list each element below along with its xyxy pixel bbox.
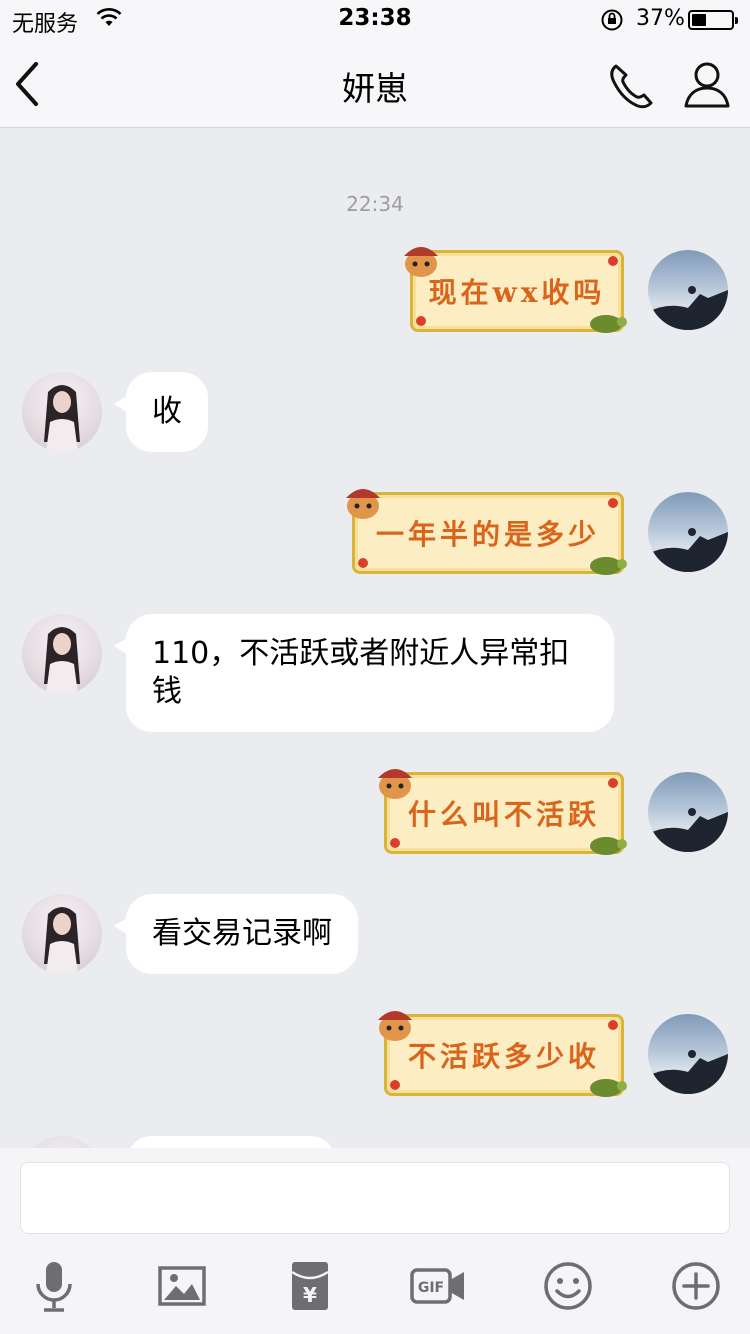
message-text: 收	[152, 394, 182, 429]
contact-avatar[interactable]	[22, 372, 102, 452]
message-timestamp: 22:34	[346, 192, 404, 216]
svg-text:¥: ¥	[303, 1283, 317, 1307]
message-text-line: 110，不活跃或者附近人异常扣	[152, 636, 570, 671]
microphone-icon[interactable]	[26, 1258, 82, 1314]
turtle-sticker-icon	[590, 315, 627, 333]
turtle-sticker-icon	[590, 1079, 627, 1097]
battery-icon	[688, 10, 738, 30]
contact-avatar[interactable]	[22, 614, 102, 694]
message-bubble[interactable]	[126, 1136, 336, 1148]
red-packet-icon[interactable]: ¥	[282, 1258, 338, 1314]
rotation-lock-icon	[601, 9, 623, 31]
message-bubble[interactable]: 看交易记录啊	[114, 894, 358, 974]
chat-area[interactable]: 22:34 现在wx收吗 收 一年半的是多少 110，不活跃或者附近人异常扣 钱…	[0, 128, 750, 1148]
contact-avatar[interactable]	[22, 894, 102, 974]
teemo-sticker-icon	[404, 247, 438, 277]
input-toolbar: ¥ GIF	[0, 1258, 750, 1314]
my-avatar[interactable]	[648, 492, 728, 572]
teemo-sticker-icon	[378, 769, 412, 799]
contact-avatar[interactable]	[22, 1136, 102, 1148]
battery-percent: 37%	[636, 6, 685, 31]
status-bar: 无服务 23:38 37%	[0, 0, 750, 40]
phone-icon[interactable]	[606, 58, 660, 112]
plus-circle-icon[interactable]	[668, 1258, 724, 1314]
my-avatar[interactable]	[648, 1014, 728, 1094]
message-input[interactable]	[20, 1162, 730, 1234]
emoji-icon[interactable]	[540, 1258, 596, 1314]
message-text: 看交易记录啊	[152, 916, 332, 951]
svg-text:GIF: GIF	[418, 1280, 444, 1296]
nav-bar: 妍崽	[0, 40, 750, 128]
input-bar: ¥ GIF	[0, 1148, 750, 1334]
turtle-sticker-icon	[590, 557, 627, 575]
my-avatar[interactable]	[648, 250, 728, 330]
turtle-sticker-icon	[590, 837, 627, 855]
person-icon[interactable]	[680, 58, 734, 112]
message-bubble[interactable]: 110，不活跃或者附近人异常扣 钱	[114, 614, 614, 732]
my-avatar[interactable]	[648, 772, 728, 852]
teemo-sticker-icon	[346, 489, 380, 519]
message-text-line: 钱	[152, 674, 182, 709]
teemo-sticker-icon	[378, 1011, 412, 1041]
message-bubble[interactable]: 收	[114, 372, 208, 452]
image-icon[interactable]	[154, 1258, 210, 1314]
gif-icon[interactable]: GIF	[410, 1258, 466, 1314]
